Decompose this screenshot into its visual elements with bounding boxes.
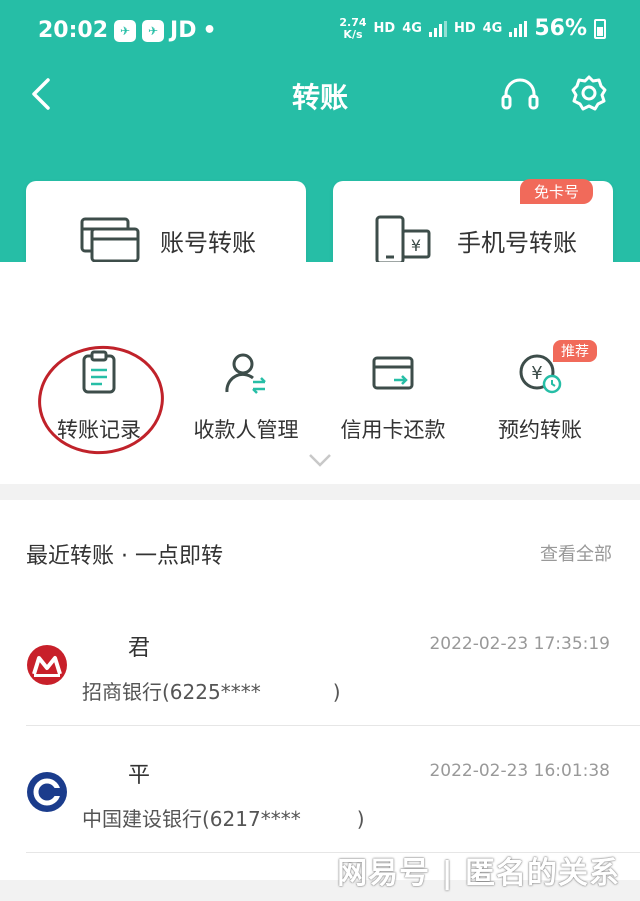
transfer-time: 2022-02-23 16:01:38 bbox=[429, 761, 610, 781]
no-card-badge: 免卡号 bbox=[519, 179, 593, 204]
payee-bank-text: 中国建设银行(6217**** bbox=[82, 807, 301, 831]
hd-label-1: HD bbox=[373, 21, 396, 36]
bank-card-icon bbox=[80, 217, 140, 263]
row-divider bbox=[26, 725, 640, 726]
network-type-1: 4G bbox=[402, 21, 422, 36]
quick-label-payee: 收款人管理 bbox=[193, 418, 299, 442]
settings-gear-icon[interactable] bbox=[570, 74, 608, 112]
quick-payee-management[interactable]: 收款人管理 bbox=[171, 350, 321, 444]
speed-unit: K/s bbox=[343, 27, 363, 41]
transfer-time: 2022-02-23 17:35:19 bbox=[429, 634, 610, 654]
status-left: 20:02 ✈ ✈ JD • bbox=[38, 18, 217, 43]
quick-label-scheduled: 预约转账 bbox=[498, 418, 582, 442]
account-transfer-label: 账号转账 bbox=[160, 228, 256, 257]
svg-text:¥: ¥ bbox=[531, 363, 542, 384]
payee-bank-suffix: ) bbox=[332, 680, 341, 704]
battery-icon bbox=[594, 18, 606, 39]
user-swap-icon bbox=[225, 353, 266, 394]
recommend-badge: 推荐 bbox=[553, 340, 597, 362]
signal-icon-2 bbox=[509, 20, 528, 37]
svg-text:¥: ¥ bbox=[411, 236, 421, 255]
status-time: 20:02 bbox=[38, 18, 109, 43]
status-right: 2.74 K/s HD 4G HD 4G 56% bbox=[339, 16, 606, 41]
quick-scheduled-transfer[interactable]: 推荐 ¥ 预约转账 bbox=[465, 340, 615, 444]
status-carrier: JD bbox=[170, 18, 197, 43]
quick-credit-card-repayment[interactable]: 信用卡还款 bbox=[318, 350, 468, 444]
payee-bank-account: 招商银行(6225****) bbox=[82, 676, 341, 705]
payee-bank-account: 中国建设银行(6217****) bbox=[82, 803, 365, 832]
payee-bank-text: 招商银行(6225**** bbox=[82, 680, 261, 704]
recent-transfer-row[interactable]: 平 2022-02-23 16:01:38 中国建设银行(6217****) bbox=[0, 727, 640, 853]
recent-transfer-row[interactable]: 君 2022-02-23 17:35:19 招商银行(6225****) bbox=[0, 600, 640, 726]
quick-label-credit: 信用卡还款 bbox=[340, 418, 446, 442]
network-speed: 2.74 K/s bbox=[339, 15, 367, 41]
recent-transfers-section: 最近转账 · 一点即转 查看全部 君 2022-02-23 17:35:19 招… bbox=[0, 500, 640, 880]
customer-service-headset-icon[interactable] bbox=[500, 74, 540, 114]
phone-transfer-label: 手机号转账 bbox=[457, 228, 577, 257]
signal-icon bbox=[428, 20, 447, 37]
status-bar: 20:02 ✈ ✈ JD • 2.74 K/s HD 4G HD 4G 56% bbox=[0, 0, 640, 66]
ccb-bank-logo-icon bbox=[27, 772, 67, 812]
payee-name: 平 bbox=[128, 763, 151, 788]
battery-level: 56% bbox=[534, 16, 587, 41]
app-notification-icon: ✈ bbox=[114, 19, 137, 42]
network-type-2: 4G bbox=[482, 21, 503, 36]
payee-bank-suffix: ) bbox=[356, 807, 365, 831]
hd-label-2: HD bbox=[453, 21, 476, 36]
phone-yuan-icon: ¥ bbox=[375, 215, 431, 265]
navigation-bar: 转账 bbox=[0, 66, 640, 122]
view-all-link[interactable]: 查看全部 bbox=[540, 540, 612, 566]
speed-value: 2.74 bbox=[339, 15, 367, 29]
payee-name: 君 bbox=[128, 636, 151, 661]
page-title: 转账 bbox=[291, 81, 348, 114]
cmb-bank-logo-icon bbox=[27, 645, 67, 685]
app-notification-icon-2: ✈ bbox=[142, 19, 165, 42]
recent-transfers-title: 最近转账 · 一点即转 bbox=[26, 544, 223, 569]
credit-card-icon bbox=[372, 356, 414, 390]
expand-chevron-down-icon[interactable] bbox=[308, 452, 332, 468]
status-dot-icon: • bbox=[202, 18, 217, 43]
watermark-text: 网易号 | 匿名的关系 bbox=[337, 856, 620, 891]
